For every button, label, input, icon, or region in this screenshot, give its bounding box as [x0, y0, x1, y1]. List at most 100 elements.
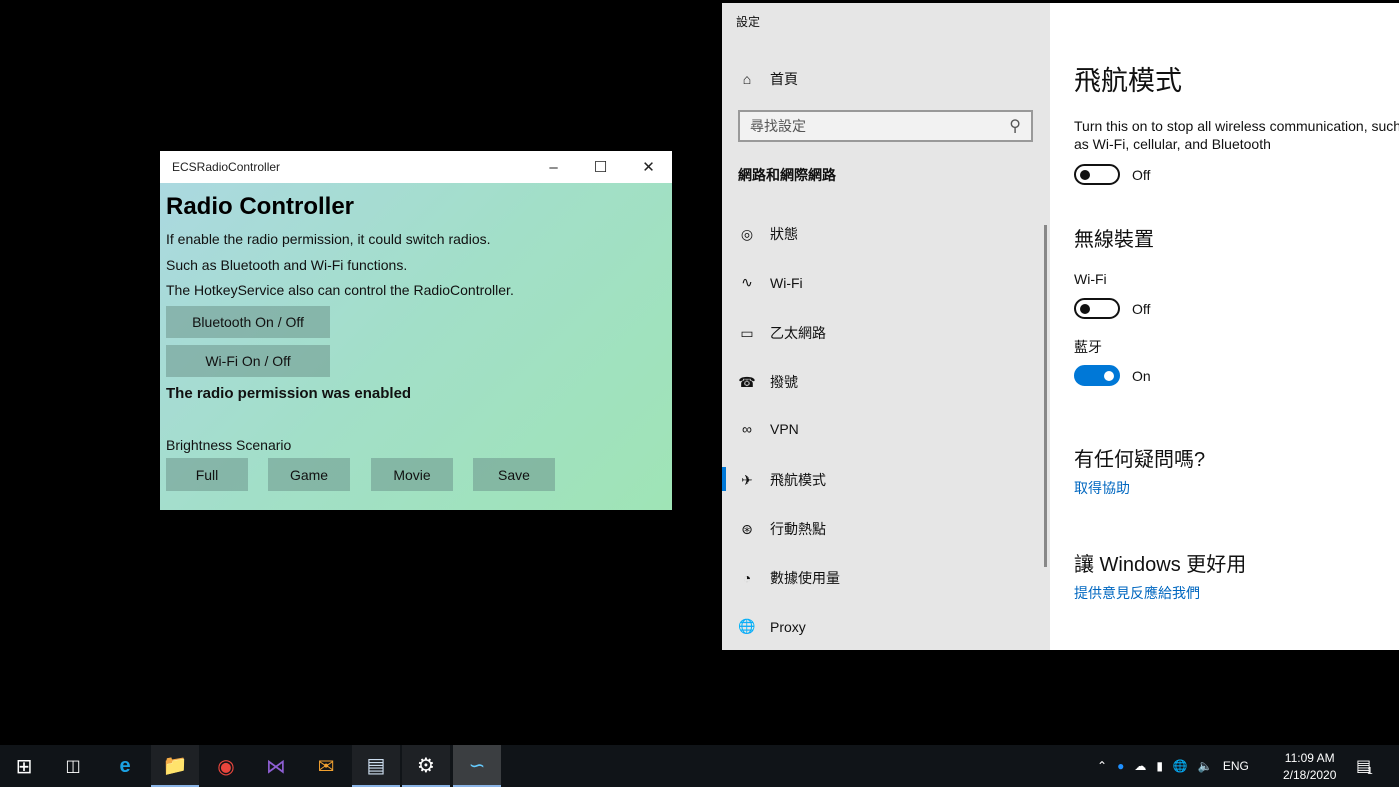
bluetooth-label: 藍牙	[1074, 337, 1102, 357]
outlook-icon: ✉	[318, 754, 335, 779]
language-indicator[interactable]: ENG	[1223, 759, 1249, 773]
search-icon: ⚲	[1009, 116, 1021, 136]
selected-indicator	[722, 467, 726, 491]
radio-controller-button[interactable]: ∽	[453, 745, 501, 787]
nav-label: 飛航模式	[770, 470, 826, 490]
nav-label: 首頁	[770, 69, 798, 89]
wireless-heading: 無線裝置	[1074, 223, 1154, 252]
ethernet-icon: ▭	[738, 325, 756, 342]
maximize-button[interactable]: ☐	[577, 151, 624, 183]
nav-label: VPN	[770, 421, 799, 437]
nav-ethernet[interactable]: ▭ 乙太網路	[738, 323, 826, 343]
scrollbar[interactable]	[1044, 225, 1047, 567]
visual-studio-icon: ⋈	[266, 754, 286, 779]
nav-label: 狀態	[770, 224, 798, 244]
volume-icon[interactable]: 🔈	[1198, 759, 1213, 773]
movie-button[interactable]: Movie	[371, 458, 453, 491]
nav-label: 乙太網路	[770, 323, 826, 343]
time: 11:09 AM	[1285, 751, 1335, 765]
airplane-toggle[interactable]: Off	[1074, 164, 1150, 190]
search-placeholder: 尋找設定	[750, 116, 806, 136]
nav-hotspot[interactable]: ⊛ 行動熱點	[738, 519, 826, 539]
nav-label: 行動熱點	[770, 519, 826, 539]
toggle-state: Off	[1132, 167, 1150, 183]
nav-home[interactable]: ⌂ 首頁	[738, 69, 798, 89]
hotspot-icon: ⊛	[738, 521, 756, 538]
battery-icon[interactable]: ▮	[1156, 759, 1163, 773]
visual-studio-button[interactable]: ⋈	[252, 745, 300, 787]
game-button[interactable]: Game	[268, 458, 350, 491]
toggle-state: On	[1132, 368, 1151, 384]
ie-icon: e	[119, 755, 130, 778]
nav-label: Wi-Fi	[770, 275, 803, 291]
app-icon: ▤	[367, 753, 386, 778]
notification-count: 1	[1367, 766, 1373, 777]
full-button[interactable]: Full	[166, 458, 248, 491]
nav-airplane[interactable]: ✈ 飛航模式	[738, 470, 826, 490]
settings-nav: 設定 ⌂ 首頁 尋找設定 ⚲ 網路和網際網路 ◎ 狀態 ∿ Wi-Fi ▭ 乙太網路 ☎…	[722, 3, 1050, 650]
pie-chart-icon: ◔	[738, 570, 756, 586]
vpn-icon: ∞	[738, 421, 756, 437]
nav-label: Proxy	[770, 619, 806, 635]
globe-icon: 🌐	[738, 618, 756, 635]
nav-proxy[interactable]: 🌐 Proxy	[738, 618, 806, 635]
home-icon: ⌂	[738, 71, 756, 87]
chrome-icon: ◉	[217, 754, 234, 779]
dialup-icon: ☎	[738, 374, 756, 391]
settings-title: 設定	[736, 13, 760, 30]
app-button[interactable]: ▤	[352, 745, 400, 787]
bluetooth-toggle[interactable]: On	[1074, 365, 1151, 391]
improve-heading: 讓 Windows 更好用	[1074, 548, 1246, 577]
task-view-button[interactable]: ◫	[49, 745, 97, 787]
wifi-label: Wi-Fi	[1074, 271, 1107, 287]
start-button[interactable]: ⊞	[0, 745, 48, 787]
help-link[interactable]: 取得協助	[1074, 478, 1130, 498]
toggle-state: Off	[1132, 301, 1150, 317]
clock[interactable]: 11:09 AM 2/18/2020	[1283, 745, 1336, 787]
network-icon[interactable]: 🌐	[1173, 759, 1188, 773]
outlook-button[interactable]: ✉	[302, 745, 350, 787]
page-title: 飛航模式	[1074, 59, 1182, 98]
onedrive-icon[interactable]: ☁	[1134, 759, 1146, 773]
chevron-up-icon[interactable]: ⌃	[1097, 759, 1107, 773]
folder-icon: 📁	[163, 753, 188, 778]
globe-icon: ◎	[738, 226, 756, 243]
wifi-icon: ∿	[738, 274, 756, 291]
close-button[interactable]: ✕	[625, 151, 672, 183]
search-input[interactable]: 尋找設定 ⚲	[738, 110, 1033, 142]
brightness-label: Brightness Scenario	[166, 437, 291, 453]
save-button[interactable]: Save	[473, 458, 555, 491]
wifi-toggle-button[interactable]: Wi-Fi On / Off	[166, 345, 330, 377]
file-explorer-button[interactable]: 📁	[151, 745, 199, 787]
question-heading: 有任何疑問嗎?	[1074, 443, 1205, 472]
permission-status: The radio permission was enabled	[166, 385, 411, 402]
radio-controller-window: ECSRadioController – ☐ ✕ Radio Controlle…	[160, 151, 672, 510]
bluetooth-toggle-button[interactable]: Bluetooth On / Off	[166, 306, 330, 338]
nav-data-usage[interactable]: ◔數據使用量	[738, 568, 840, 588]
bluetooth-icon[interactable]: ●	[1117, 759, 1124, 773]
wifi-toggle[interactable]: Off	[1074, 298, 1150, 324]
airplane-icon: ✈	[738, 472, 756, 489]
date: 2/18/2020	[1283, 768, 1336, 782]
edge-button[interactable]: e	[101, 745, 149, 787]
window-title: ECSRadioController	[172, 160, 280, 174]
action-center-button[interactable]: ▤ 1	[1356, 745, 1373, 787]
settings-window: 設定 ⌂ 首頁 尋找設定 ⚲ 網路和網際網路 ◎ 狀態 ∿ Wi-Fi ▭ 乙太網路 ☎…	[722, 3, 1399, 650]
feedback-link[interactable]: 提供意見反應給我們	[1074, 583, 1200, 603]
chrome-button[interactable]: ◉	[202, 745, 250, 787]
radio-controller-icon: ∽	[469, 753, 486, 778]
info-line: The HotkeyService also can control the R…	[166, 282, 514, 298]
info-line: Such as Bluetooth and Wi-Fi functions.	[166, 257, 407, 273]
nav-vpn[interactable]: ∞ VPN	[738, 421, 799, 437]
taskbar: ⊞ ◫ e 📁 ◉ ⋈ ✉ ▤ ⚙ ∽ ⌃ ● ☁ ▮ 🌐 🔈 ENG 11:0…	[0, 745, 1399, 787]
windows-icon: ⊞	[16, 754, 33, 779]
settings-button[interactable]: ⚙	[402, 745, 450, 787]
nav-dialup[interactable]: ☎ 撥號	[738, 372, 798, 392]
minimize-button[interactable]: –	[530, 151, 577, 183]
airplane-description: Turn this on to stop all wireless commun…	[1074, 117, 1399, 153]
nav-status[interactable]: ◎ 狀態	[738, 224, 798, 244]
section-heading: 網路和網際網路	[738, 165, 836, 185]
nav-wifi[interactable]: ∿ Wi-Fi	[738, 274, 803, 291]
gear-icon: ⚙	[417, 753, 435, 778]
nav-label: 撥號	[770, 372, 798, 392]
